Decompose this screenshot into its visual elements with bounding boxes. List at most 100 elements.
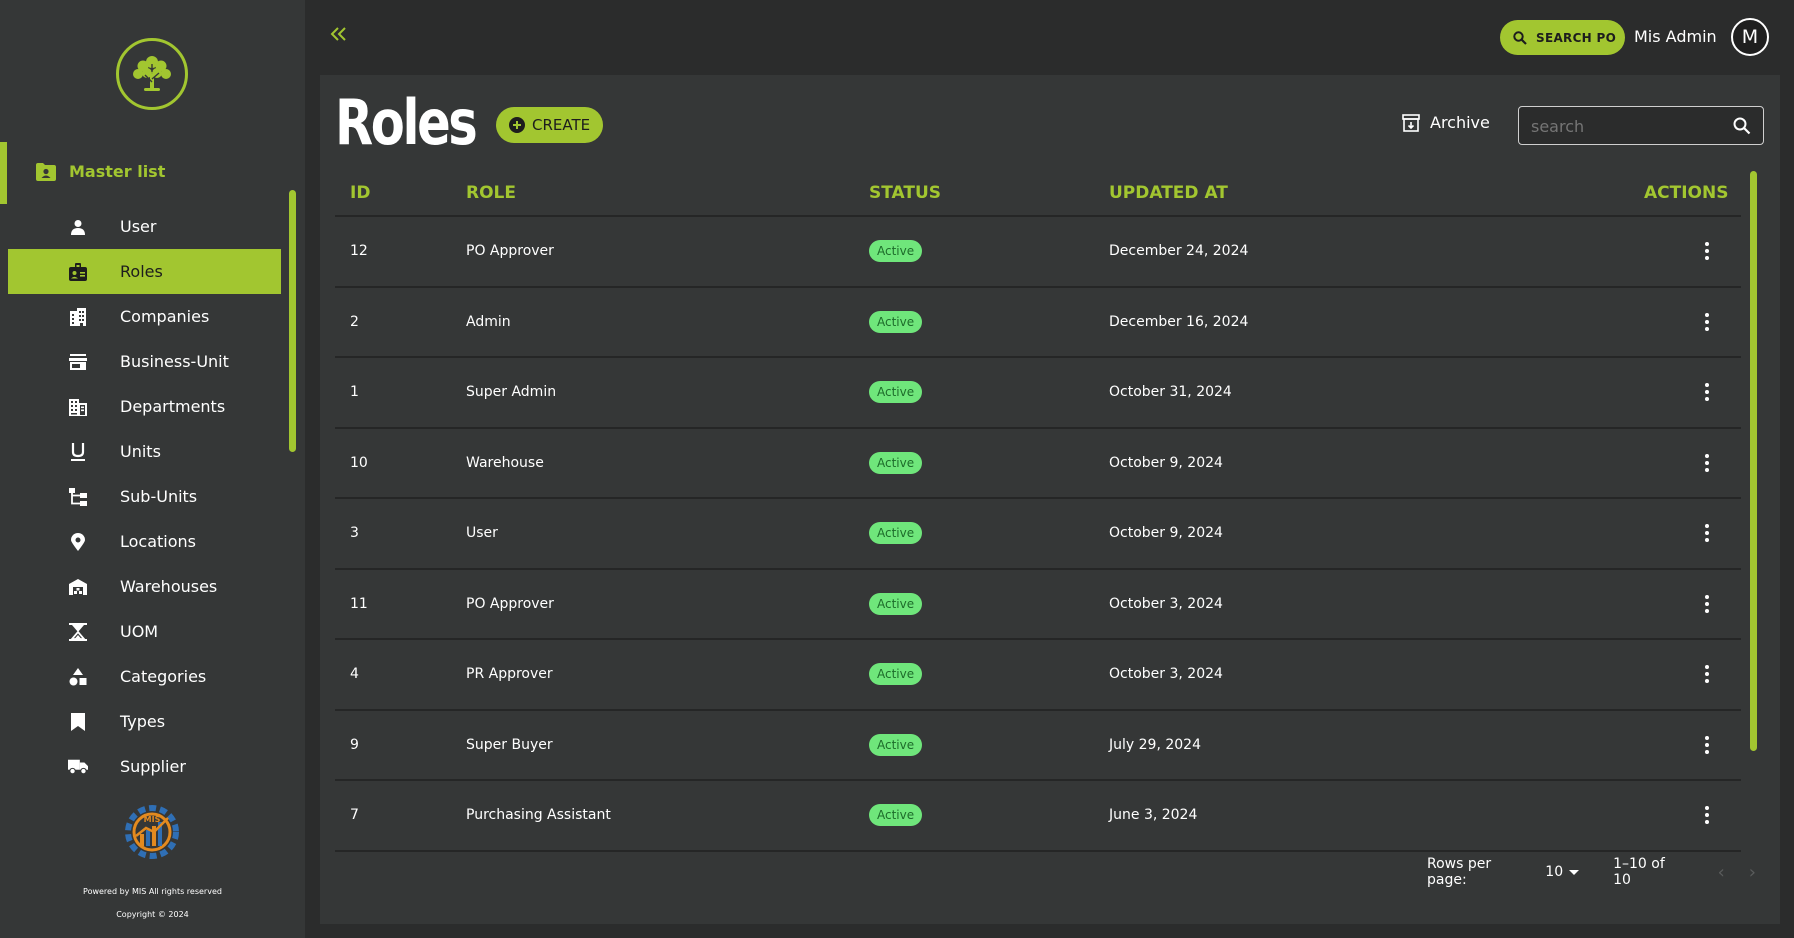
- cell-role: PO Approver: [466, 595, 554, 612]
- sidebar-item-types[interactable]: Types: [8, 699, 281, 744]
- cell-id: 4: [350, 666, 359, 682]
- sidebar-item-user[interactable]: User: [8, 204, 281, 249]
- sidebar-item-label: Departments: [120, 397, 226, 416]
- active-section-indicator: [0, 142, 7, 204]
- cell-role: Super Buyer: [466, 736, 553, 753]
- add-circle-icon: [509, 117, 525, 133]
- sidebar-item-roles[interactable]: Roles: [8, 249, 281, 294]
- svg-text:MIS: MIS: [144, 815, 161, 824]
- sidebar-item-uom[interactable]: UOM: [8, 609, 281, 654]
- sidebar-item-label: Units: [120, 442, 161, 461]
- sidebar-item-supplier[interactable]: Supplier: [8, 744, 281, 789]
- user-icon: [68, 217, 88, 237]
- store-icon: [68, 352, 88, 372]
- table-row[interactable]: 4 PR Approver Active October 3, 2024: [335, 640, 1741, 711]
- cell-id: 2: [350, 313, 359, 330]
- sidebar-item-departments[interactable]: Departments: [8, 384, 281, 429]
- sidebar-item-companies[interactable]: Companies: [8, 294, 281, 339]
- status-badge: Active: [869, 733, 923, 756]
- categories-shapes-icon: [68, 667, 88, 687]
- collapse-sidebar-button[interactable]: [328, 24, 350, 50]
- roles-card: Roles CREATE Archive ID ROLE STATUS UPDA…: [320, 75, 1780, 924]
- sidebar-item-label: Companies: [120, 307, 210, 326]
- sidebar-item-label: UOM: [120, 622, 159, 641]
- sidebar-item-locations[interactable]: Locations: [8, 519, 281, 564]
- status-badge: Active: [869, 310, 923, 333]
- more-actions-icon[interactable]: [1702, 523, 1712, 543]
- next-page-icon[interactable]: ›: [1749, 862, 1756, 883]
- table-row[interactable]: 10 Warehouse Active October 9, 2024: [335, 429, 1741, 499]
- create-button[interactable]: CREATE: [496, 107, 603, 143]
- location-pin-icon: [68, 532, 88, 552]
- sidebar-scrollbar[interactable]: [289, 190, 296, 452]
- more-actions-icon[interactable]: [1702, 805, 1712, 825]
- more-actions-icon[interactable]: [1702, 735, 1712, 755]
- search-icon[interactable]: [1733, 117, 1751, 135]
- roles-table: ID ROLE STATUS UPDATED AT ACTIONS 12 PO A…: [335, 171, 1741, 852]
- search-field[interactable]: [1518, 106, 1764, 145]
- cell-updated-at: December 24, 2024: [1109, 243, 1249, 259]
- cell-updated-at: October 3, 2024: [1109, 666, 1223, 682]
- footer-powered-text: Powered by MIS All rights reserved: [83, 887, 222, 896]
- more-actions-icon[interactable]: [1702, 664, 1712, 684]
- column-header-id[interactable]: ID: [350, 183, 370, 203]
- double-chevron-left-icon: [330, 27, 346, 41]
- more-actions-icon[interactable]: [1702, 453, 1712, 473]
- cell-role: Warehouse: [466, 454, 544, 471]
- user-name: Mis Admin: [1634, 27, 1717, 46]
- mis-gear-logo-icon: MIS: [125, 805, 179, 859]
- cell-role: PO Approver: [466, 243, 554, 259]
- avatar[interactable]: M: [1731, 18, 1769, 56]
- table-scrollbar[interactable]: [1750, 171, 1757, 751]
- cell-id: 11: [350, 595, 368, 612]
- table-row[interactable]: 9 Super Buyer Active July 29, 2024: [335, 711, 1741, 781]
- sidebar-item-label: Warehouses: [120, 577, 218, 596]
- more-actions-icon[interactable]: [1702, 312, 1712, 332]
- cell-id: 12: [350, 243, 368, 259]
- column-header-updated-at[interactable]: UPDATED AT: [1109, 183, 1228, 203]
- hourglass-icon: [68, 622, 88, 642]
- status-badge: Active: [869, 663, 923, 685]
- previous-page-icon[interactable]: ‹: [1718, 862, 1725, 883]
- table-row[interactable]: 11 PO Approver Active October 3, 2024: [335, 570, 1741, 640]
- status-badge: Active: [869, 381, 923, 403]
- master-list-label: Master list: [69, 162, 166, 181]
- more-actions-icon[interactable]: [1702, 241, 1712, 261]
- master-list-section[interactable]: Master list: [0, 142, 305, 204]
- sidebar-item-warehouses[interactable]: Warehouses: [8, 564, 281, 609]
- department-icon: [68, 397, 88, 417]
- bookmark-icon: [68, 712, 88, 732]
- search-icon: [1513, 30, 1527, 45]
- cell-id: 7: [350, 807, 359, 823]
- contact-folder-icon: [36, 163, 56, 181]
- cell-role: Purchasing Assistant: [466, 807, 611, 823]
- cell-id: 1: [350, 384, 359, 400]
- more-actions-icon[interactable]: [1702, 382, 1712, 402]
- search-po-button[interactable]: SEARCH PO: [1500, 20, 1625, 55]
- column-header-role[interactable]: ROLE: [466, 183, 516, 203]
- sidebar-item-business-unit[interactable]: Business-Unit: [8, 339, 281, 384]
- sidebar-item-label: User: [120, 217, 157, 236]
- table-header: ID ROLE STATUS UPDATED AT ACTIONS: [335, 171, 1741, 217]
- table-row[interactable]: 2 Admin Active December 16, 2024: [335, 288, 1741, 358]
- cell-id: 10: [350, 454, 368, 471]
- sidebar: Master list User Roles Companies Busines…: [0, 0, 305, 938]
- cell-role: Admin: [466, 313, 511, 330]
- cell-updated-at: July 29, 2024: [1109, 736, 1201, 753]
- sidebar-item-label: Roles: [120, 262, 163, 281]
- rows-per-page-select[interactable]: 10: [1545, 864, 1580, 880]
- archive-button[interactable]: Archive: [1402, 113, 1490, 132]
- table-row[interactable]: 1 Super Admin Active October 31, 2024: [335, 358, 1741, 429]
- search-input[interactable]: [1531, 115, 1721, 137]
- sidebar-item-units[interactable]: Units: [8, 429, 281, 474]
- status-badge: Active: [869, 451, 923, 474]
- table-row[interactable]: 3 User Active October 9, 2024: [335, 499, 1741, 570]
- footer-copyright-text: Copyright © 2024: [116, 910, 189, 919]
- pagination-range: 1–10 of 10: [1613, 856, 1665, 888]
- sidebar-item-categories[interactable]: Categories: [8, 654, 281, 699]
- table-row[interactable]: 7 Purchasing Assistant Active June 3, 2024: [335, 781, 1741, 852]
- table-row[interactable]: 12 PO Approver Active December 24, 2024: [335, 217, 1741, 288]
- more-actions-icon[interactable]: [1702, 594, 1712, 614]
- sidebar-item-sub-units[interactable]: Sub-Units: [8, 474, 281, 519]
- column-header-status[interactable]: STATUS: [869, 183, 941, 203]
